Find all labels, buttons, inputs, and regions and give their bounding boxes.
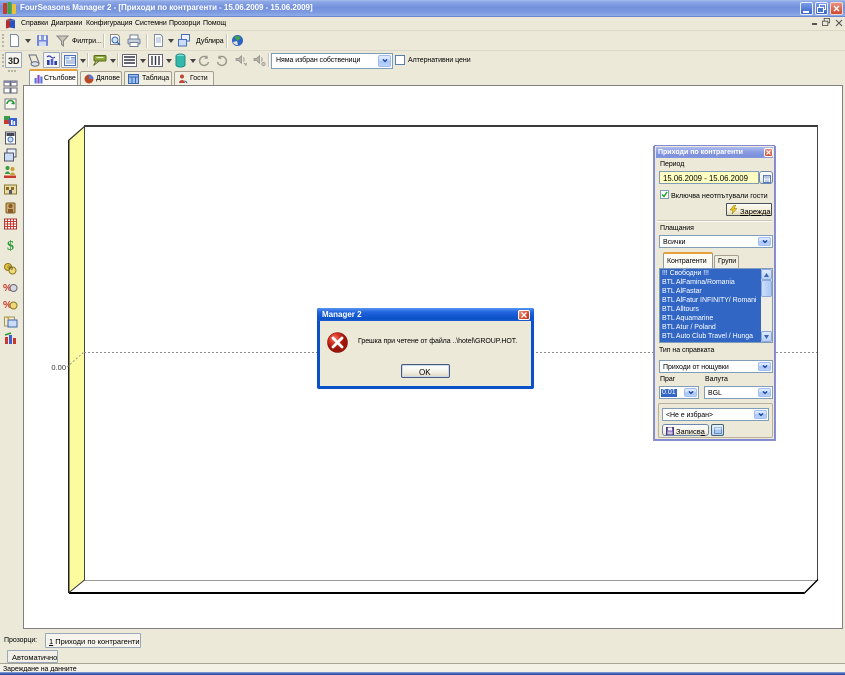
svg-text:0.00: 0.00 (51, 363, 66, 372)
